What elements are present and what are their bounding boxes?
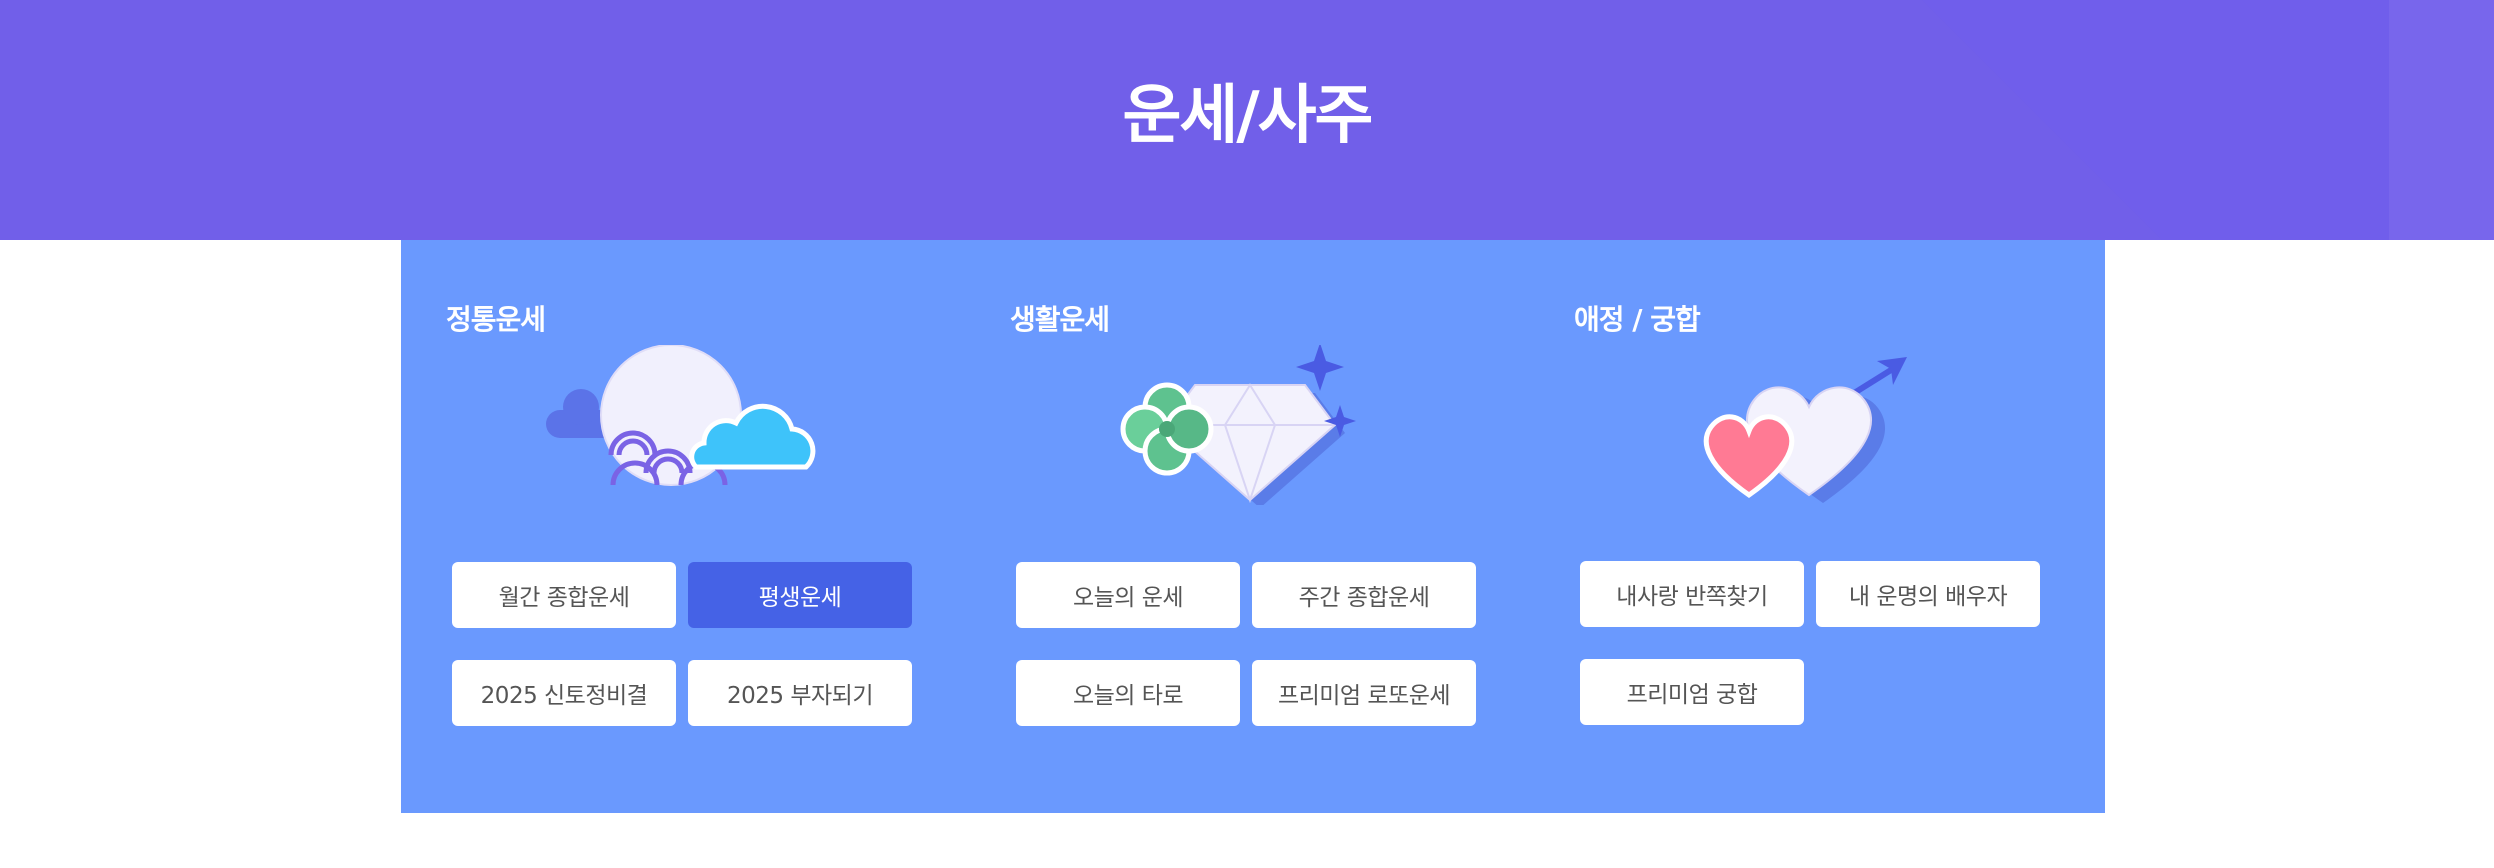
button-today-fortune[interactable]: 오늘의 운세 [1016,562,1240,628]
button-weekly-fortune[interactable]: 주간 종합운세 [1252,562,1476,628]
button-find-soulmate[interactable]: 내사랑 반쪽찾기 [1580,561,1804,627]
button-wealth-2025[interactable]: 2025 부자되기 [688,660,912,726]
header-banner: 운세/사주 [0,0,2494,240]
category-daily-life: 생활운세 오늘의 운세 주간 종합운세 오늘의 타로 프리미엄 로또운세 [965,240,1485,813]
page-title: 운세/사주 [1122,79,1374,153]
diamond-clover-icon [1120,345,1356,505]
button-tojeong-2025[interactable]: 2025 신토정비결 [452,660,676,726]
moon-cloud-icon [546,345,816,486]
button-today-tarot[interactable]: 오늘의 타로 [1016,660,1240,726]
hearts-arrow-icon [1703,357,1907,503]
button-premium-lotto[interactable]: 프리미엄 로또운세 [1252,660,1476,726]
button-destined-spouse[interactable]: 내 운명의 배우자 [1816,561,2040,627]
button-premium-compatibility[interactable]: 프리미엄 궁합 [1580,659,1804,725]
button-lifetime-fortune[interactable]: 평생운세 [688,562,912,628]
fortune-category-panel: 정통운세 월간 종합운세 평생운세 2025 신토정비결 2025 부자되기 생… [401,240,2105,813]
category-title: 애정 / 궁합 [1574,303,1701,336]
button-monthly-fortune[interactable]: 월간 종합운세 [452,562,676,628]
category-title: 생활운세 [1010,303,1110,336]
category-traditional: 정통운세 월간 종합운세 평생운세 2025 신토정비결 2025 부자되기 [401,240,921,813]
category-title: 정통운세 [446,303,546,336]
category-love-compatibility: 애정 / 궁합 내사랑 반쪽찾기 내 운명의 배우자 프리미엄 궁합 [1529,240,2049,813]
